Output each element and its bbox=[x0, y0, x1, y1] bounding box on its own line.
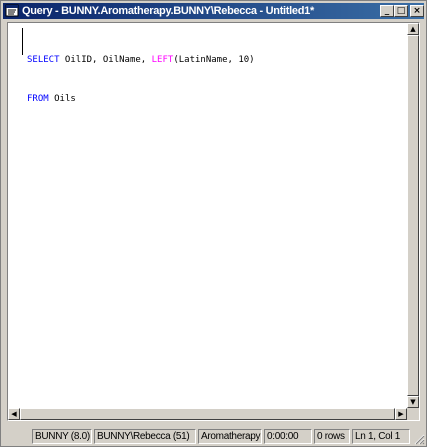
query-window-icon bbox=[5, 4, 19, 17]
scroll-left-icon: ◀ bbox=[11, 410, 17, 418]
window-title: Query - BUNNY.Aromatherapy.BUNNY\Rebecca… bbox=[22, 5, 314, 17]
horizontal-scrollbar[interactable]: ◀ ▶ bbox=[8, 408, 407, 420]
horizontal-scroll-thumb[interactable] bbox=[20, 408, 395, 420]
query-window: Query - BUNNY.Aromatherapy.BUNNY\Rebecca… bbox=[0, 0, 427, 447]
minimize-button[interactable]: _ bbox=[380, 5, 394, 17]
sql-text: OilID, OilName, bbox=[59, 55, 152, 65]
scrollbar-corner bbox=[407, 408, 419, 420]
minimize-icon: _ bbox=[384, 6, 390, 16]
status-cursor-position: Ln 1, Col 1 bbox=[352, 429, 410, 444]
close-button[interactable]: × bbox=[410, 5, 424, 17]
scroll-right-button[interactable]: ▶ bbox=[395, 408, 407, 420]
status-bar: BUNNY (8.0) BUNNY\Rebecca (51) Aromather… bbox=[1, 427, 426, 446]
status-row-count: 0 rows bbox=[314, 429, 350, 444]
sql-keyword: FROM bbox=[27, 94, 49, 104]
sql-text: (LatinName, 10) bbox=[173, 55, 255, 65]
vertical-scroll-thumb[interactable] bbox=[407, 35, 419, 396]
sql-text: Oils bbox=[48, 94, 76, 104]
status-elapsed-time: 0:00:00 bbox=[264, 429, 312, 444]
maximize-button[interactable]: □ bbox=[394, 5, 408, 17]
status-server: BUNNY (8.0) bbox=[32, 429, 92, 444]
scroll-down-icon: ▼ bbox=[410, 398, 416, 406]
text-caret bbox=[22, 28, 23, 55]
scroll-left-button[interactable]: ◀ bbox=[8, 408, 20, 420]
maximize-icon: □ bbox=[396, 6, 406, 16]
scroll-up-button[interactable]: ▲ bbox=[407, 23, 419, 35]
resize-grip-icon[interactable] bbox=[413, 433, 425, 445]
code-line: SELECT OilID, OilName, LEFT(LatinName, 1… bbox=[27, 54, 407, 67]
scroll-right-icon: ▶ bbox=[398, 410, 404, 418]
scroll-down-button[interactable]: ▼ bbox=[407, 396, 419, 408]
vertical-scrollbar[interactable]: ▲ ▼ bbox=[407, 23, 419, 408]
query-editor[interactable]: SELECT OilID, OilName, LEFT(LatinName, 1… bbox=[7, 22, 420, 421]
title-bar[interactable]: Query - BUNNY.Aromatherapy.BUNNY\Rebecca… bbox=[3, 3, 424, 19]
sql-function: LEFT bbox=[151, 55, 174, 65]
status-user: BUNNY\Rebecca (51) bbox=[94, 429, 196, 444]
scroll-up-icon: ▲ bbox=[410, 25, 416, 33]
status-database: Aromatherapy bbox=[198, 429, 262, 444]
code-area[interactable]: SELECT OilID, OilName, LEFT(LatinName, 1… bbox=[27, 28, 407, 132]
close-icon: × bbox=[413, 6, 421, 16]
sql-keyword: SELECT bbox=[27, 55, 60, 65]
code-line: FROM Oils bbox=[27, 93, 407, 106]
